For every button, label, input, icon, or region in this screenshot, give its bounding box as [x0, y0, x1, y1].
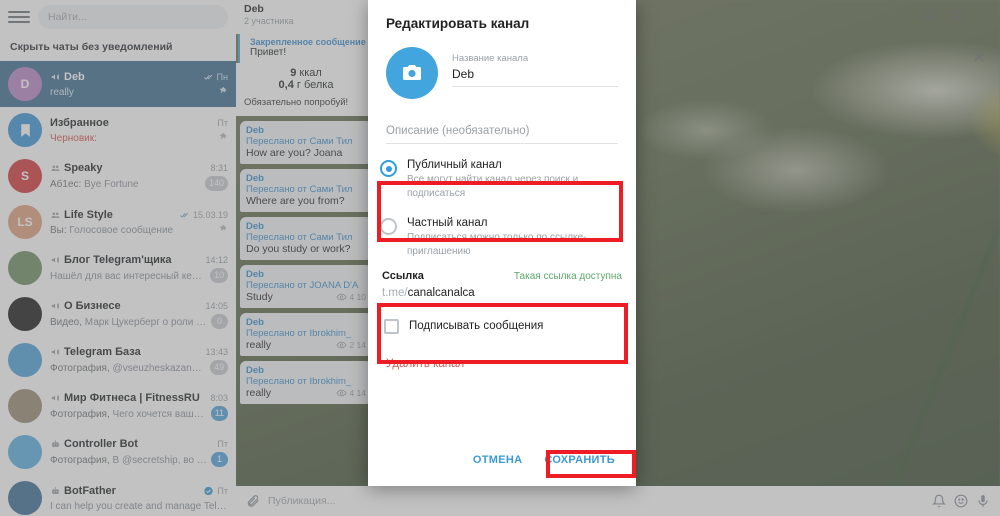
save-button[interactable]: СОХРАНИТЬ: [535, 448, 624, 472]
channel-photo-button[interactable]: [386, 47, 438, 99]
channel-link-input[interactable]: t.me/canalcanalca: [382, 282, 622, 303]
channel-description-placeholder: Описание (необязательно): [386, 125, 530, 137]
channel-name-value[interactable]: Deb: [452, 64, 618, 86]
sign-messages-checkbox[interactable]: [384, 318, 399, 334]
option-private-label: Частный канал: [407, 217, 488, 229]
channel-link-label: Ссылка: [382, 270, 424, 282]
dialog-actions: ОТМЕНА СОХРАНИТЬ: [368, 448, 636, 486]
option-private-sublabel: Подписаться можно только по ссылке-пригл…: [407, 232, 587, 257]
channel-description-underline: [386, 143, 618, 144]
option-public-sublabel: Все могут найти канал через поиск и подп…: [407, 174, 579, 199]
radio-public[interactable]: [380, 160, 397, 177]
channel-name-field[interactable]: Название канала Deb: [452, 47, 618, 87]
channel-link-domain: t.me/: [382, 287, 408, 299]
channel-link-value: canalcanalca: [407, 287, 475, 299]
radio-private[interactable]: [380, 218, 397, 235]
sign-messages-row[interactable]: Подписывать сообщения: [368, 305, 636, 334]
channel-link-section: Ссылка Такая ссылка доступна t.me/canalc…: [368, 266, 636, 305]
camera-icon: [403, 65, 421, 80]
dialog-title: Редактировать канал: [386, 16, 530, 31]
option-private-channel[interactable]: Частный канал Подписаться можно только п…: [368, 208, 636, 266]
option-public-channel[interactable]: Публичный канал Все могут найти канал че…: [368, 150, 636, 208]
app-root: Найти... Скрыть чаты без уведомлений D De…: [0, 0, 1000, 516]
channel-description-field[interactable]: Описание (необязательно): [368, 99, 636, 144]
channel-name-underline: [452, 86, 618, 87]
channel-avatar-row: Название канала Deb: [368, 31, 636, 99]
channel-name-label: Название канала: [452, 53, 529, 64]
sign-messages-label: Подписывать сообщения: [409, 320, 544, 332]
edit-channel-dialog: Редактировать канал Название канала Deb …: [368, 0, 636, 486]
option-public-label: Публичный канал: [407, 159, 502, 171]
channel-link-status: Такая ссылка доступна: [513, 271, 622, 282]
delete-channel-button[interactable]: Удалить канал: [386, 358, 464, 370]
delete-channel-row: Удалить канал: [368, 334, 636, 372]
cancel-button[interactable]: ОТМЕНА: [464, 448, 531, 472]
channel-link-header: Ссылка Такая ссылка доступна: [382, 270, 622, 282]
